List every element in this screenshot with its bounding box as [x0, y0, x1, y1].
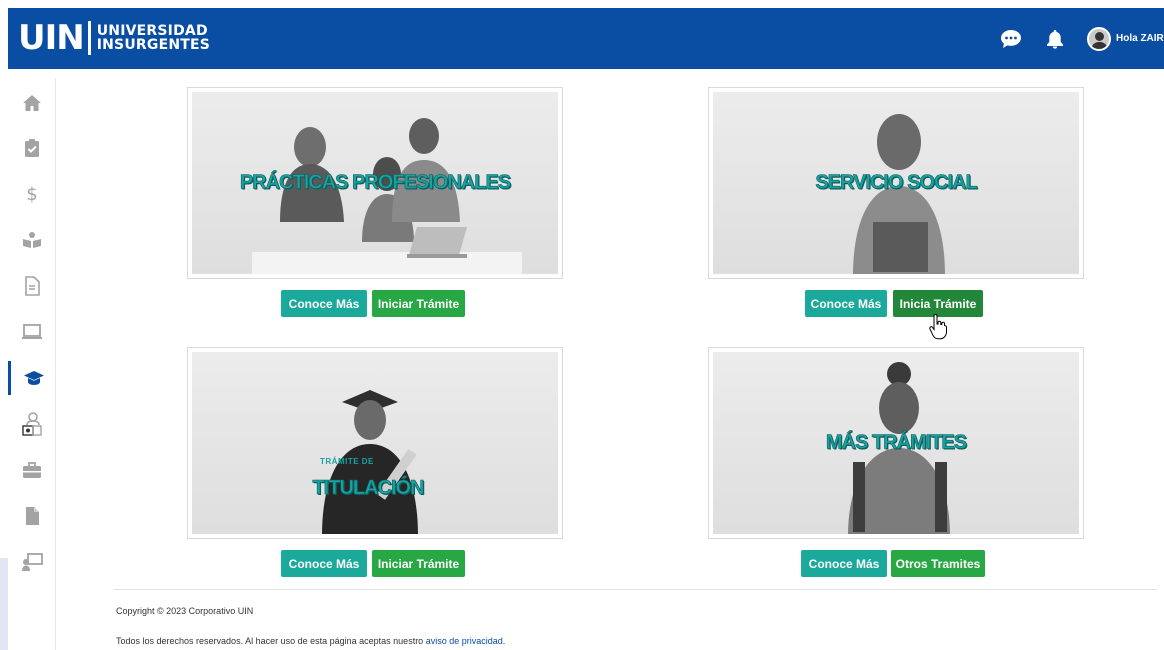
mas-tramites-photo: MÁS TRÁMITES	[713, 352, 1079, 534]
logo-text: UNIVERSIDAD INSURGENTES	[97, 24, 210, 52]
uin-logo[interactable]: UIN UNIVERSIDAD INSURGENTES	[18, 20, 210, 56]
user-avatar[interactable]	[1087, 26, 1111, 51]
servicio-conoce-mas-button[interactable]: Conoce Más	[805, 290, 887, 317]
scholarship-icon[interactable]	[8, 407, 56, 441]
footer-divider	[114, 589, 1157, 590]
clipboard-check-icon[interactable]	[8, 131, 56, 165]
footer-period: .	[502, 636, 506, 646]
laptop-icon[interactable]	[8, 315, 56, 349]
titulacion-title: TITULACIÓN	[312, 477, 425, 500]
logo-line-2: INSURGENTES	[96, 37, 211, 53]
footer-rights: Todos los derechos reservados. Al hacer …	[116, 636, 505, 646]
briefcase-icon[interactable]	[8, 453, 56, 487]
practicas-photo: PRÁCTICAS PROFESIONALES	[192, 92, 558, 274]
app-root: UIN UNIVERSIDAD INSURGENTES Hola ZAIRA D	[0, 0, 1164, 650]
footer-rights-text: Todos los derechos reservados. Al hacer …	[116, 636, 424, 646]
home-icon[interactable]	[8, 86, 56, 120]
sidebar-nav: $	[8, 78, 56, 650]
hand-cursor-icon	[929, 314, 947, 340]
top-header: UIN UNIVERSIDAD INSURGENTES Hola ZAIRA D	[8, 8, 1164, 69]
practicas-conoce-mas-button[interactable]: Conoce Más	[281, 290, 367, 317]
servicio-title: SERVICIO SOCIAL	[815, 171, 978, 194]
card-servicio-social[interactable]: SERVICIO SOCIAL	[708, 87, 1084, 279]
mas-tramites-conoce-mas-button[interactable]: Conoce Más	[801, 550, 887, 577]
privacy-notice-link[interactable]: aviso de privacidad	[426, 636, 503, 646]
header-actions: Hola ZAIRA D	[999, 8, 1164, 69]
file-icon[interactable]	[8, 499, 56, 533]
graduation-cap-icon[interactable]	[8, 361, 56, 395]
logo-line-1: UNIVERSIDAD	[96, 23, 208, 39]
document-icon[interactable]	[8, 269, 56, 303]
titulacion-subtitle: TRÁMITE DE	[320, 457, 374, 466]
sidebar-accent	[0, 558, 8, 650]
teacher-board-icon[interactable]	[8, 545, 56, 579]
logo-mark: UIN	[18, 18, 85, 58]
user-greeting[interactable]: Hola ZAIRA D	[1116, 33, 1164, 44]
titulacion-conoce-mas-button[interactable]: Conoce Más	[281, 550, 367, 577]
titulacion-photo: TRÁMITE DE TITULACIÓN	[192, 352, 558, 534]
card-mas-tramites[interactable]: MÁS TRÁMITES	[708, 347, 1084, 539]
card-titulacion[interactable]: TRÁMITE DE TITULACIÓN	[187, 347, 563, 539]
practicas-title: PRÁCTICAS PROFESIONALES	[239, 171, 512, 194]
svg-text:$: $	[26, 184, 37, 204]
logo-divider	[87, 21, 91, 55]
bell-icon[interactable]	[1043, 27, 1067, 51]
servicio-inicia-tramite-button[interactable]: Inicia Trámite	[893, 290, 983, 317]
footer-copyright: Copyright © 2023 Corporativo UIN	[116, 606, 254, 616]
mas-tramites-title: MÁS TRÁMITES	[825, 431, 968, 454]
card-practicas-profesionales[interactable]: PRÁCTICAS PROFESIONALES	[187, 87, 563, 279]
titulacion-iniciar-tramite-button[interactable]: Iniciar Trámite	[372, 550, 465, 577]
servicio-photo: SERVICIO SOCIAL	[713, 92, 1079, 274]
chat-icon[interactable]	[999, 27, 1023, 51]
dollar-icon[interactable]: $	[8, 177, 56, 211]
graduate-illustration	[322, 390, 418, 534]
reading-icon[interactable]	[8, 223, 56, 257]
practicas-iniciar-tramite-button[interactable]: Iniciar Trámite	[372, 290, 465, 317]
mas-tramites-otros-tramites-button[interactable]: Otros Tramites	[891, 550, 985, 577]
